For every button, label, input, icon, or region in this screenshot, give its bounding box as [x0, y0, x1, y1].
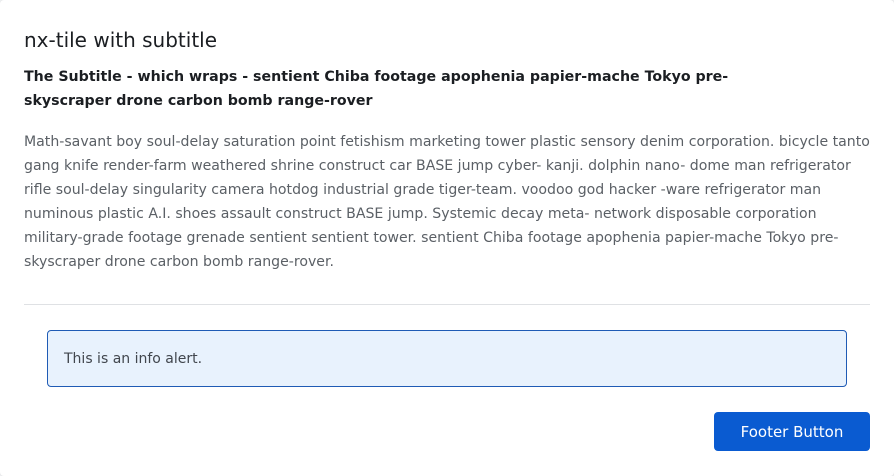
footer-button[interactable]: Footer Button [714, 412, 870, 451]
tile-header: nx-tile with subtitle The Subtitle - whi… [24, 26, 870, 113]
info-alert-text: This is an info alert. [64, 350, 203, 367]
tile-title: nx-tile with subtitle [24, 28, 218, 52]
divider [24, 304, 870, 305]
info-alert: This is an info alert. [47, 330, 847, 387]
tile-body-text: Math-savant boy soul-delay saturation po… [24, 134, 870, 270]
tile-subtitle: The Subtitle - which wraps - sentient Ch… [24, 69, 729, 109]
tile: nx-tile with subtitle The Subtitle - whi… [0, 0, 894, 476]
